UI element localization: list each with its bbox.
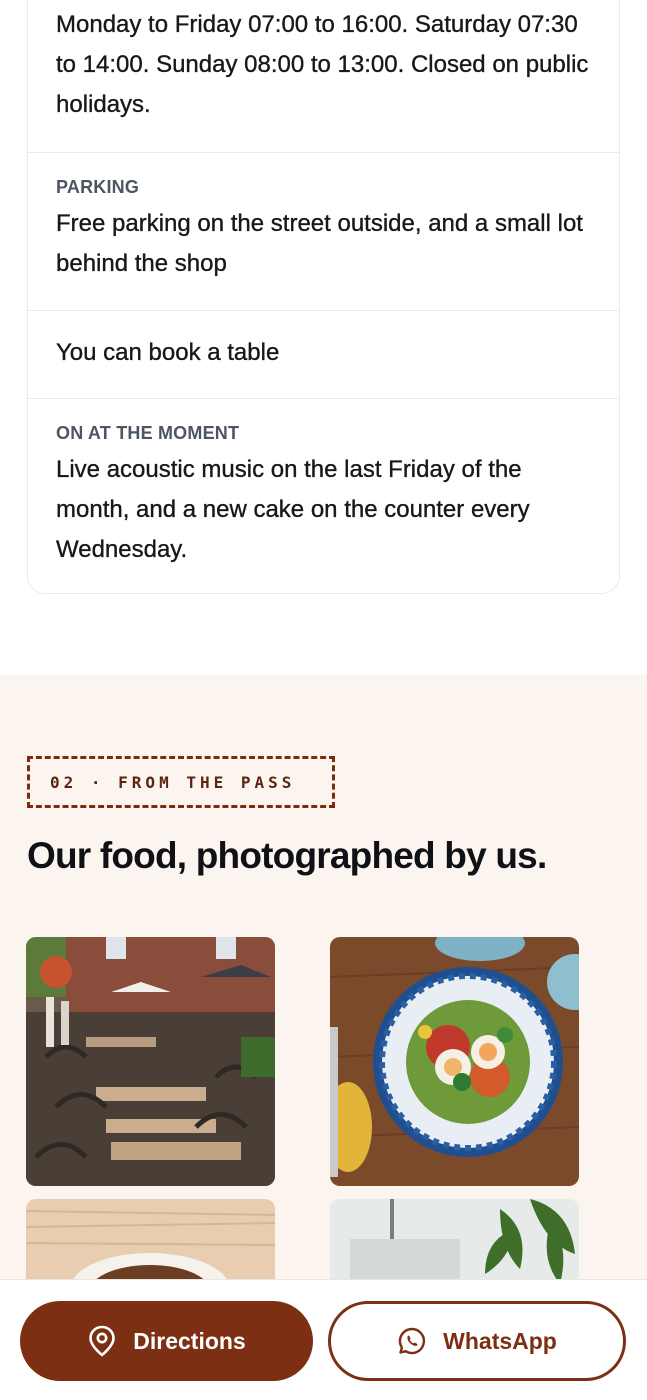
opening-hours-section: Monday to Friday 07:00 to 16:00. Saturda…: [28, 0, 619, 153]
parking-text: Free parking on the street outside, and …: [56, 210, 583, 277]
events-section: ON AT THE MOMENT Live acoustic music on …: [28, 399, 619, 595]
map-pin-icon: [89, 1325, 116, 1357]
section-eyebrow-text: 02 · FROM THE PASS: [50, 772, 296, 792]
whatsapp-icon: [398, 1327, 426, 1355]
parking-label: PARKING: [56, 177, 140, 197]
directions-label: Directions: [133, 1327, 246, 1354]
booking-text: You can book a table: [56, 339, 280, 366]
visit-info-card: Monday to Friday 07:00 to 16:00. Saturda…: [27, 0, 620, 594]
whatsapp-label: WhatsApp: [443, 1327, 557, 1354]
directions-button[interactable]: Directions: [20, 1301, 313, 1381]
section-title: Our food, photographed by us.: [27, 835, 547, 876]
booking-section: You can book a table: [28, 311, 619, 399]
sticky-action-bar: Directions WhatsApp: [0, 1279, 647, 1400]
events-label: ON AT THE MOMENT: [56, 423, 240, 443]
opening-hours-text: Monday to Friday 07:00 to 16:00. Saturda…: [56, 11, 589, 118]
section-eyebrow: 02 · FROM THE PASS: [27, 756, 335, 808]
events-text: Live acoustic music on the last Friday o…: [56, 456, 530, 563]
parking-section: PARKING Free parking on the street outsi…: [28, 153, 619, 311]
whatsapp-button[interactable]: WhatsApp: [328, 1301, 626, 1381]
terrace-photo[interactable]: [26, 937, 275, 1186]
breakfast-bowl-photo[interactable]: [330, 937, 579, 1186]
